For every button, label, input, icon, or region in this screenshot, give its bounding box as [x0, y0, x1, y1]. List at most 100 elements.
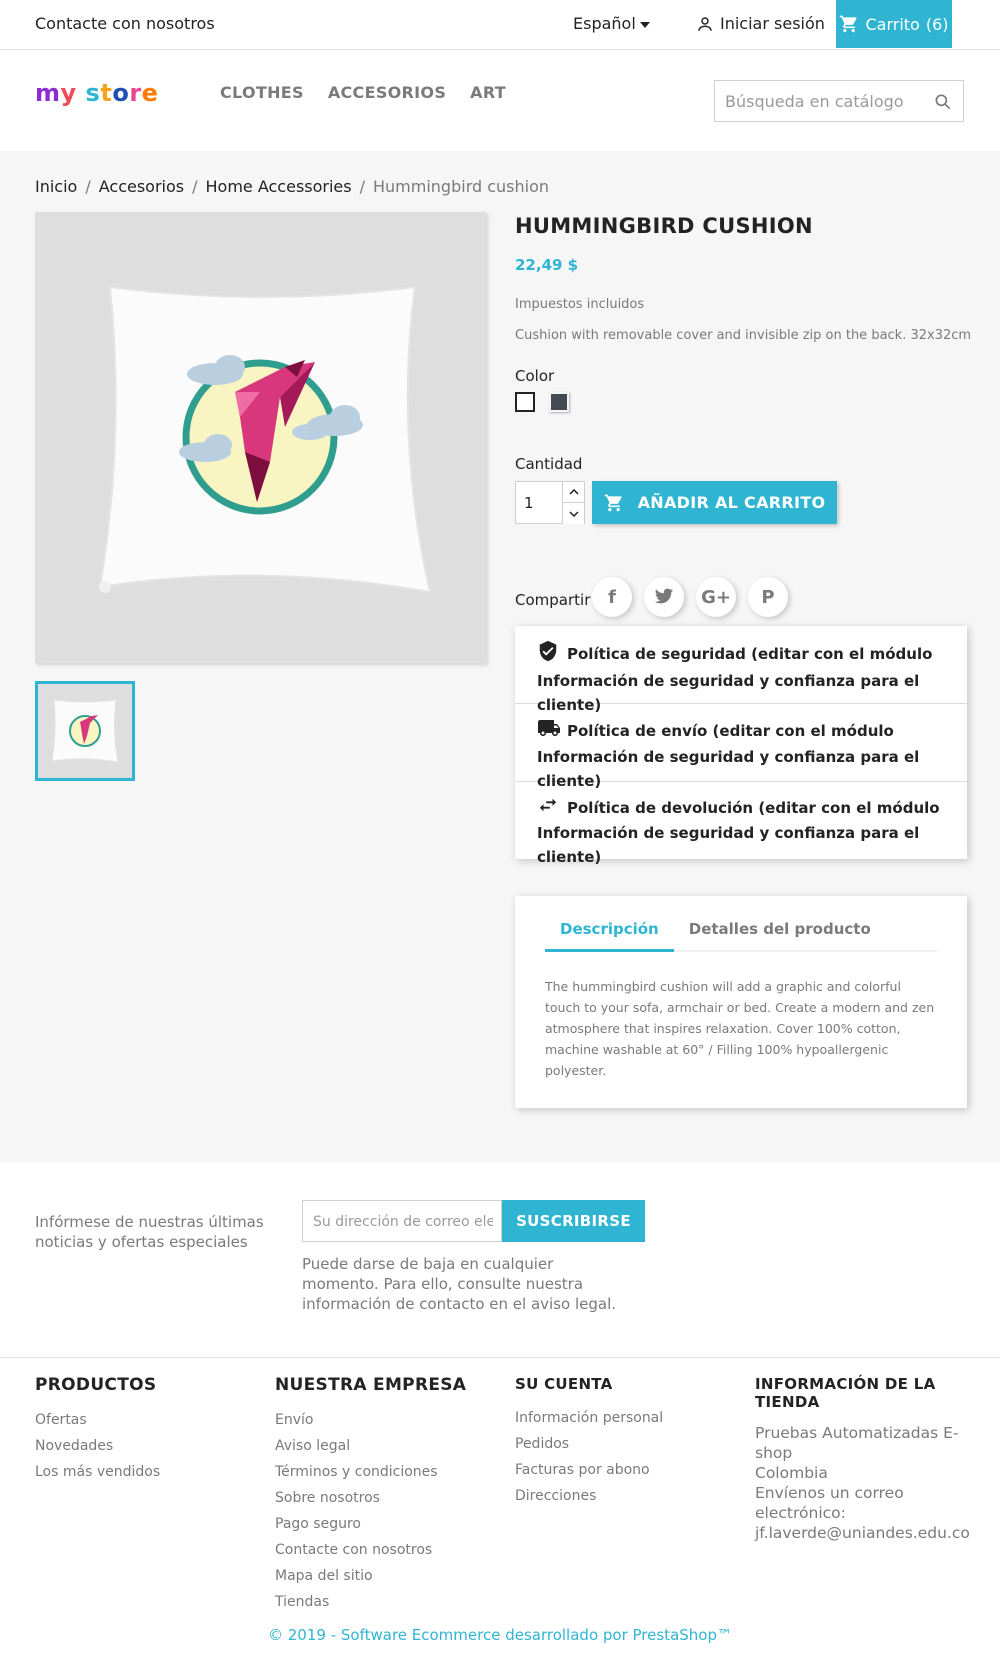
pinterest-icon: P: [761, 586, 775, 608]
search-input[interactable]: [725, 90, 925, 112]
footer-company: NUESTRA EMPRESA Envío Aviso legal Términ…: [275, 1375, 466, 1615]
breadcrumb-item-home[interactable]: Inicio: [35, 177, 77, 196]
footer-link-mas-vendidos[interactable]: Los más vendidos: [35, 1464, 160, 1480]
breadcrumb: Inicio / Accesorios / Home Accessories /…: [35, 177, 549, 196]
store-logo[interactable]: my store: [35, 79, 158, 107]
add-to-cart-button[interactable]: AÑADIR AL CARRITO: [592, 481, 837, 524]
newsletter-intro: Infórmese de nuestras últimas noticias y…: [35, 1213, 264, 1251]
twitter-share-button[interactable]: [644, 577, 684, 617]
swap-arrows-icon: [537, 796, 567, 821]
main-nav: CLOTHES ACCESORIOS ART: [220, 83, 506, 102]
footer-link-direcciones[interactable]: Direcciones: [515, 1488, 596, 1504]
footer-link-info-personal[interactable]: Información personal: [515, 1410, 663, 1426]
cart-button[interactable]: Carrito (6): [836, 0, 952, 48]
color-label: Color: [515, 367, 555, 385]
breadcrumb-separator: /: [85, 177, 91, 196]
store-email-label: Envíenos un correo electrónico:: [755, 1484, 904, 1522]
footer-link-mapa-sitio[interactable]: Mapa del sitio: [275, 1568, 373, 1584]
tab-product-details[interactable]: Detalles del producto: [674, 920, 886, 952]
facebook-icon: f: [608, 586, 616, 608]
reassurance-security: Política de seguridad (editar con el mód…: [515, 626, 967, 714]
subscribe-button[interactable]: SUSCRIBIRSE: [502, 1200, 645, 1242]
footer-products-title: PRODUCTOS: [35, 1375, 157, 1395]
footer-link-sobre-nosotros[interactable]: Sobre nosotros: [275, 1490, 380, 1506]
cushion-illustration: [98, 285, 432, 594]
footer-link-tiendas[interactable]: Tiendas: [275, 1594, 329, 1610]
nav-item-clothes[interactable]: CLOTHES: [220, 83, 304, 102]
newsletter-email-input[interactable]: [313, 1211, 493, 1233]
footer-link-aviso-legal[interactable]: Aviso legal: [275, 1438, 350, 1454]
cushion-thumbnail-image: [51, 699, 119, 763]
product-cover-image[interactable]: [35, 212, 486, 663]
signin-label: Iniciar sesión: [720, 14, 825, 33]
quantity-decrement-button[interactable]: [562, 503, 584, 524]
cart-icon: [604, 494, 622, 511]
language-label: Español: [573, 14, 636, 33]
newsletter-legal-note: Puede darse de baja en cualquier momento…: [302, 1255, 617, 1313]
header: my store CLOTHES ACCESORIOS ART: [0, 50, 1000, 151]
signin-link[interactable]: Iniciar sesión: [696, 14, 825, 33]
product-title: HUMMINGBIRD CUSHION: [515, 214, 813, 238]
shield-icon: [537, 640, 567, 669]
reassurance-returns-label: Política de devolución (editar con el mó…: [537, 799, 940, 866]
tab-description[interactable]: Descripción: [545, 920, 674, 952]
search-box: [714, 80, 964, 122]
color-swatch-grey[interactable]: [549, 392, 569, 412]
cart-count: (6): [925, 14, 949, 34]
breadcrumb-current: Hummingbird cushion: [373, 177, 550, 196]
language-selector[interactable]: Español: [573, 14, 650, 33]
breadcrumb-separator: /: [192, 177, 198, 196]
footer-link-facturas[interactable]: Facturas por abono: [515, 1462, 650, 1478]
footer-link-pedidos[interactable]: Pedidos: [515, 1436, 569, 1452]
product-thumbnail[interactable]: [35, 681, 135, 781]
tax-note: Impuestos incluidos: [515, 297, 645, 312]
top-bar: Contacte con nosotros Español Iniciar se…: [0, 0, 1000, 50]
footer-link-envio[interactable]: Envío: [275, 1412, 313, 1428]
truck-icon: [537, 718, 567, 745]
product-price: 22,49 $: [515, 256, 579, 274]
caret-down-icon: [639, 21, 650, 28]
footer-company-title: NUESTRA EMPRESA: [275, 1375, 467, 1395]
quantity-stepper: [515, 481, 585, 524]
chevron-down-icon: [568, 510, 579, 517]
footer-store-info-title: INFORMACIÓN DE LA TIENDA: [755, 1375, 936, 1411]
product-description: The hummingbird cushion will add a graph…: [545, 979, 935, 1078]
short-description: Cushion with removable cover and invisib…: [515, 328, 972, 343]
footer-link-pago-seguro[interactable]: Pago seguro: [275, 1516, 361, 1532]
search-icon[interactable]: [933, 92, 953, 112]
twitter-icon: [654, 588, 674, 604]
footer-account-title: SU CUENTA: [515, 1375, 613, 1393]
color-swatch-white[interactable]: [515, 392, 535, 412]
quantity-increment-button[interactable]: [562, 482, 584, 503]
reassurance-panel: Política de seguridad (editar con el mód…: [515, 626, 967, 866]
chevron-up-icon: [568, 489, 579, 495]
googleplus-icon: G+: [701, 586, 731, 608]
facebook-share-button[interactable]: f: [592, 577, 632, 617]
footer-link-ofertas[interactable]: Ofertas: [35, 1412, 87, 1428]
footer-link-contacte[interactable]: Contacte con nosotros: [275, 1542, 432, 1558]
breadcrumb-separator: /: [359, 177, 365, 196]
share-label: Compartir: [515, 591, 591, 609]
nav-item-art[interactable]: ART: [470, 83, 506, 102]
product-page: Inicio / Accesorios / Home Accessories /…: [0, 151, 1000, 1162]
user-icon: [698, 16, 712, 31]
quantity-input[interactable]: [524, 492, 564, 514]
nav-item-accesorios[interactable]: ACCESORIOS: [328, 83, 446, 102]
newsletter-section: Infórmese de nuestras últimas noticias y…: [0, 1162, 1000, 1358]
pinterest-share-button[interactable]: P: [748, 577, 788, 617]
store-email-link[interactable]: jf.laverde@uniandes.edu.co: [755, 1523, 970, 1543]
breadcrumb-item-home-accessories[interactable]: Home Accessories: [206, 177, 352, 196]
contact-link[interactable]: Contacte con nosotros: [35, 14, 215, 33]
googleplus-share-button[interactable]: G+: [696, 577, 736, 617]
cart-label: Carrito: [865, 14, 920, 34]
add-to-cart-label: AÑADIR AL CARRITO: [637, 493, 826, 512]
product-tabs-card: Descripción Detalles del producto The hu…: [515, 896, 967, 1108]
copyright-link[interactable]: © 2019 - Software Ecommerce desarrollado…: [0, 1626, 1000, 1644]
breadcrumb-item-accesorios[interactable]: Accesorios: [99, 177, 184, 196]
footer-link-novedades[interactable]: Novedades: [35, 1438, 113, 1454]
footer-link-terminos[interactable]: Términos y condiciones: [275, 1464, 438, 1480]
footer-account: SU CUENTA Información personal Pedidos F…: [515, 1375, 663, 1509]
newsletter-email-field: [302, 1200, 502, 1242]
reassurance-shipping: Política de envío (editar con el módulo …: [515, 704, 967, 790]
footer-store-info: INFORMACIÓN DE LA TIENDA Pruebas Automat…: [755, 1375, 970, 1543]
